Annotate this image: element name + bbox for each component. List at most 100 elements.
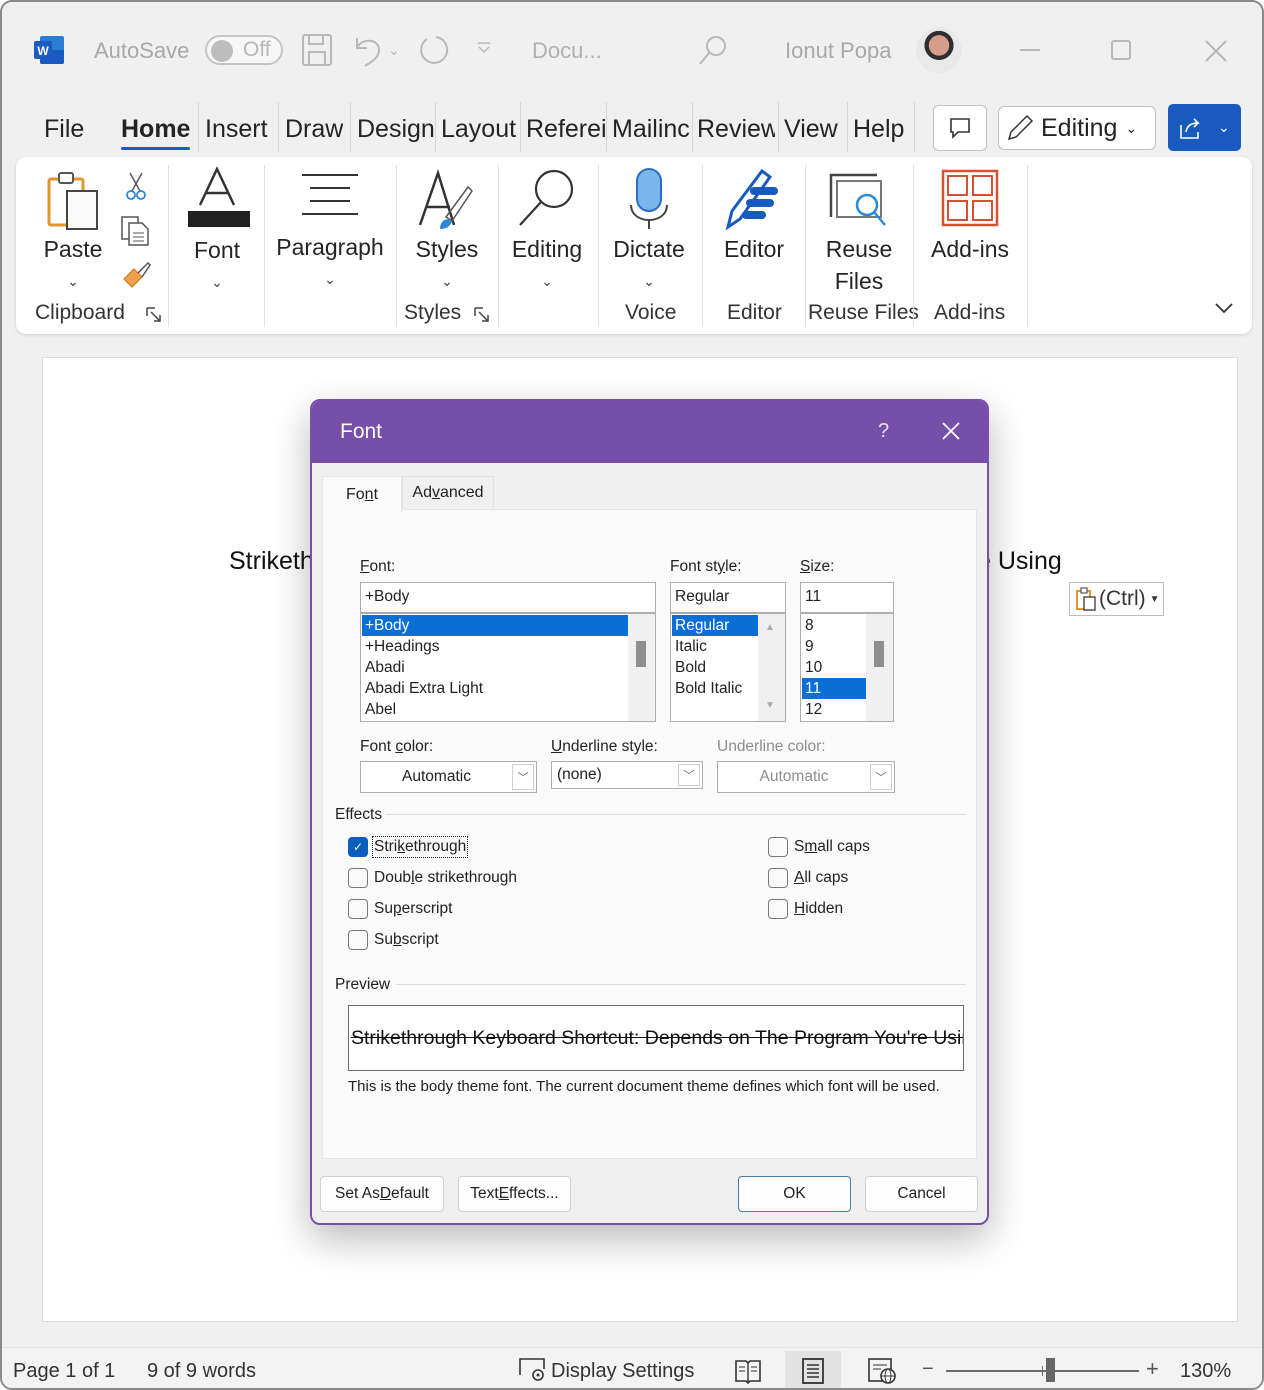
font-size-input[interactable]: 11	[800, 582, 894, 613]
undo-dropdown-icon[interactable]: ⌄	[388, 42, 400, 59]
paste-button[interactable]: Paste ⌄	[36, 169, 110, 289]
tab-references[interactable]: Referei	[526, 112, 606, 152]
effect-label[interactable]: Double strikethrough	[374, 869, 517, 887]
checkbox[interactable]	[768, 837, 788, 857]
editing-group-button[interactable]: Editing ⌄	[506, 167, 588, 289]
save-icon[interactable]	[301, 33, 333, 67]
font-style-list-item[interactable]: Bold Italic	[672, 678, 758, 699]
scroll-down-icon[interactable]: ▼	[765, 700, 775, 711]
document-text-fragment[interactable]: e Using	[977, 547, 1062, 576]
effect-label[interactable]: Superscript	[374, 900, 452, 918]
effect-label[interactable]: Hidden	[794, 900, 843, 918]
effect-checkbox-row[interactable]: All caps	[768, 868, 848, 888]
scroll-up-icon[interactable]: ▲	[765, 622, 775, 633]
underline-style-dropdown[interactable]: (none) ﹀	[551, 761, 703, 789]
ribbon-expand-chevron-icon[interactable]	[1214, 301, 1234, 320]
checkbox[interactable]	[768, 899, 788, 919]
font-style-input[interactable]: Regular	[670, 582, 786, 613]
tab-review[interactable]: Review	[697, 112, 775, 152]
autosave-toggle[interactable]: Off	[205, 35, 283, 65]
tab-help[interactable]: Help	[853, 112, 904, 152]
cancel-button[interactable]: Cancel	[865, 1176, 978, 1212]
zoom-percent[interactable]: 130%	[1180, 1360, 1231, 1383]
zoom-slider-track[interactable]	[946, 1366, 1139, 1376]
effect-checkbox-row[interactable]: Hidden	[768, 899, 843, 919]
font-list-item[interactable]: Abel	[362, 699, 628, 720]
checkbox-checked[interactable]: ✓	[348, 837, 368, 857]
underline-color-dropdown[interactable]: Automatic ﹀	[717, 761, 895, 793]
effect-checkbox-row[interactable]: Superscript	[348, 899, 452, 919]
effect-checkbox-row[interactable]: ✓ Strikethrough	[348, 836, 469, 858]
cut-icon[interactable]	[124, 171, 148, 206]
add-ins-button[interactable]: Add-ins	[922, 169, 1018, 265]
user-name[interactable]: Ionut Popa	[785, 38, 891, 64]
styles-dialog-launcher-icon[interactable]	[474, 307, 490, 323]
font-size-list[interactable]: 8 9 10 11 12	[800, 613, 894, 722]
undo-icon[interactable]	[351, 32, 385, 68]
font-size-list-item[interactable]: 9	[802, 636, 866, 657]
font-list-item[interactable]: Abadi Extra Light	[362, 678, 628, 699]
tab-design[interactable]: Design	[357, 112, 435, 152]
word-count[interactable]: 9 of 9 words	[147, 1360, 256, 1383]
checkbox[interactable]	[348, 868, 368, 888]
font-style-list-item[interactable]: Italic	[672, 636, 758, 657]
paragraph-group-button[interactable]: Paragraph ⌄	[272, 171, 388, 287]
font-color-dropdown[interactable]: Automatic ﹀	[360, 761, 537, 793]
effect-label[interactable]: Subscript	[374, 931, 439, 949]
dictate-button[interactable]: Dictate ⌄	[606, 167, 692, 289]
close-icon[interactable]	[1204, 39, 1228, 63]
font-size-list-item[interactable]: 10	[802, 657, 866, 678]
scrollbar-thumb[interactable]	[636, 641, 646, 667]
font-size-list-item[interactable]: 8	[802, 615, 866, 636]
set-as-default-button[interactable]: Set As Default	[320, 1176, 444, 1212]
document-text-fragment[interactable]: Striketh	[229, 547, 314, 576]
document-title[interactable]: Docu...	[532, 38, 602, 64]
effect-label[interactable]: All caps	[794, 869, 848, 887]
effect-label[interactable]: Small caps	[794, 838, 870, 856]
tab-view[interactable]: View	[784, 112, 838, 152]
font-size-list-item[interactable]: 11	[802, 678, 866, 699]
font-list-scrollbar[interactable]	[628, 614, 655, 721]
font-list-item[interactable]: Abadi	[362, 657, 628, 678]
maximize-icon[interactable]	[1110, 39, 1132, 61]
effect-checkbox-row[interactable]: Double strikethrough	[348, 868, 517, 888]
page-count[interactable]: Page 1 of 1	[13, 1360, 115, 1383]
display-settings-button[interactable]: Display Settings	[551, 1360, 694, 1383]
text-effects-button[interactable]: Text Effects...	[458, 1176, 571, 1212]
format-painter-icon[interactable]	[122, 261, 152, 294]
font-list-item[interactable]: +Body	[362, 615, 628, 636]
zoom-in-button[interactable]: +	[1146, 1356, 1159, 1382]
font-group-button[interactable]: Font ⌄	[179, 165, 255, 290]
zoom-out-button[interactable]: −	[922, 1358, 934, 1381]
minimize-icon[interactable]	[1018, 32, 1042, 56]
web-layout-button[interactable]	[854, 1351, 910, 1388]
redo-icon[interactable]	[418, 34, 450, 66]
dialog-title-bar[interactable]: Font ?	[312, 401, 987, 463]
clipboard-dialog-launcher-icon[interactable]	[146, 307, 162, 323]
share-button[interactable]: ⌄	[1168, 104, 1241, 151]
tab-draw[interactable]: Draw	[285, 112, 343, 152]
zoom-slider-thumb[interactable]	[1045, 1358, 1055, 1382]
font-name-list[interactable]: +Body +Headings Abadi Abadi Extra Light Abel	[360, 613, 656, 722]
font-style-scrollbar[interactable]: ▲ ▼	[758, 614, 785, 721]
effect-label[interactable]: Strikethrough	[371, 836, 469, 858]
print-layout-button[interactable]	[785, 1351, 841, 1388]
tab-mailings[interactable]: Mailinc	[612, 112, 692, 152]
editing-mode-button[interactable]: Editing ⌄	[998, 106, 1156, 150]
font-size-list-item[interactable]: 12	[802, 699, 866, 720]
font-style-list-item[interactable]: Bold	[672, 657, 758, 678]
effect-checkbox-row[interactable]: Small caps	[768, 837, 870, 857]
help-button[interactable]: ?	[878, 420, 889, 443]
font-style-list-item[interactable]: Regular	[672, 615, 758, 636]
display-settings-icon[interactable]	[518, 1357, 548, 1388]
font-name-input[interactable]: +Body	[360, 582, 656, 613]
effect-checkbox-row[interactable]: Subscript	[348, 930, 439, 950]
ok-button[interactable]: OK	[738, 1176, 851, 1212]
editor-button[interactable]: Editor	[712, 167, 796, 265]
dialog-tab-font[interactable]: Fo n t	[322, 476, 402, 512]
tab-home[interactable]: Home	[121, 112, 191, 152]
paste-options-button[interactable]: (Ctrl) ▼	[1069, 582, 1164, 616]
tab-file[interactable]: File	[44, 112, 84, 152]
font-list-item[interactable]: +Headings	[362, 636, 628, 657]
checkbox[interactable]	[768, 868, 788, 888]
